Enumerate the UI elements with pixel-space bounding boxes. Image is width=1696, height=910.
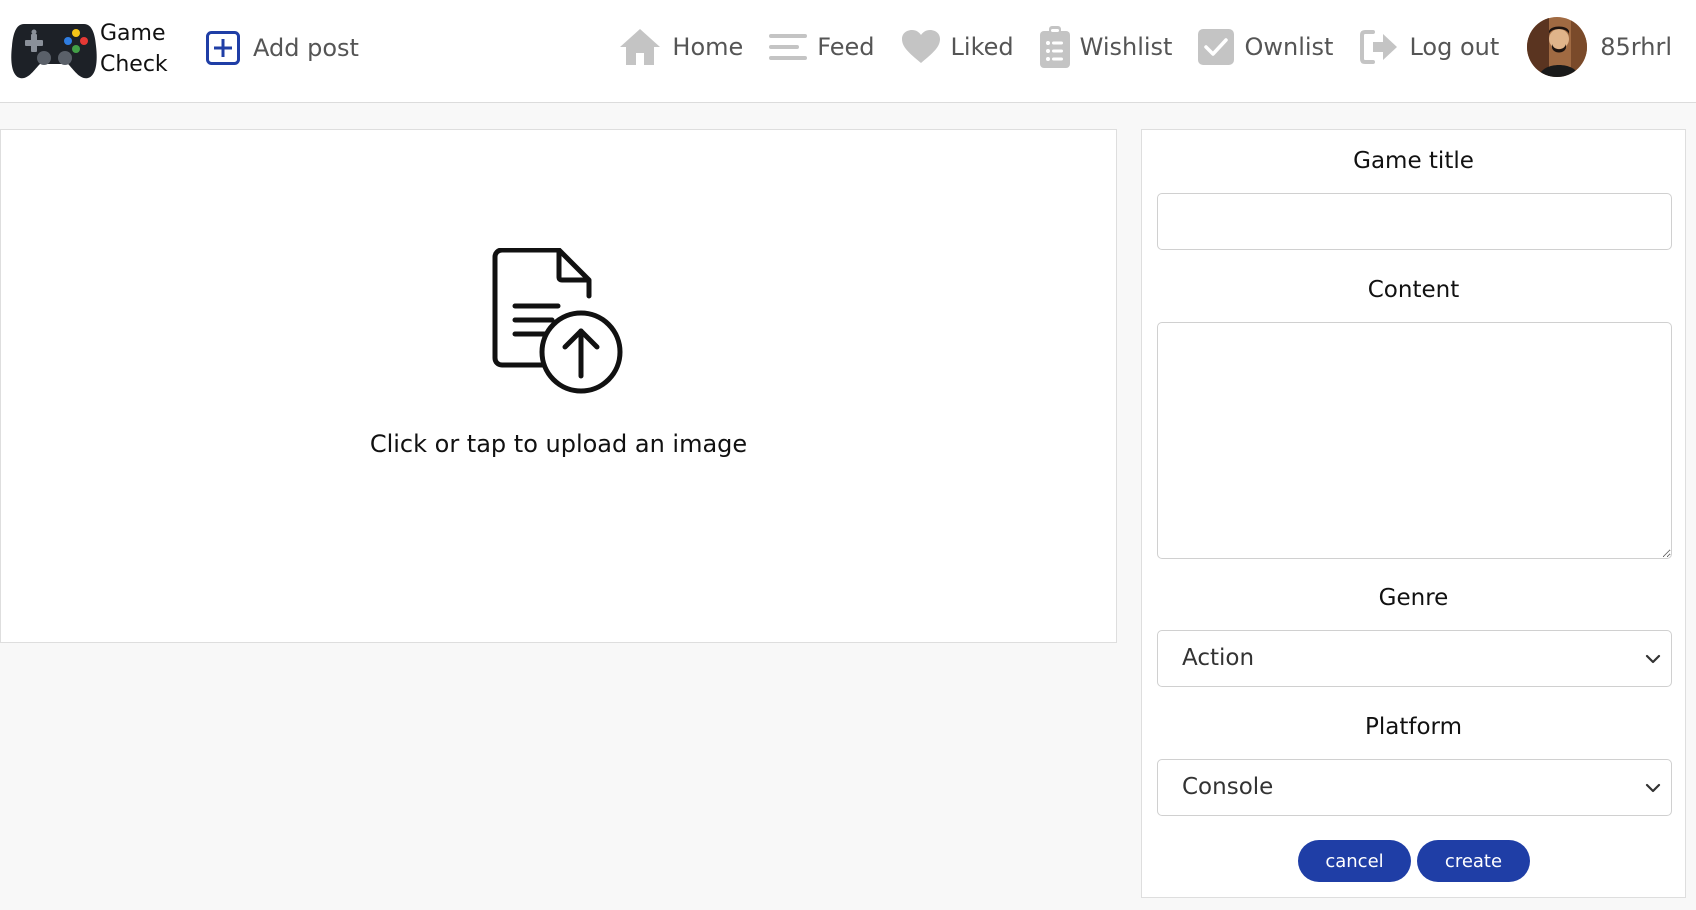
brand-name-line2: Check	[100, 52, 168, 77]
logout-icon	[1360, 30, 1398, 64]
navbar: Game Check Add post Home Feed Liked Wish…	[0, 0, 1696, 103]
nav-feed[interactable]: Feed	[769, 31, 875, 63]
brand-name: Game Check	[100, 18, 168, 80]
nav-feed-label: Feed	[817, 33, 875, 61]
heart-icon	[901, 30, 940, 63]
image-upload-area[interactable]: Click or tap to upload an image	[0, 129, 1117, 643]
nav-wishlist-label: Wishlist	[1079, 33, 1173, 61]
username[interactable]: 85rhrl	[1600, 33, 1672, 61]
platform-select-value: Console	[1182, 774, 1274, 800]
content-textarea[interactable]	[1157, 322, 1672, 559]
nav-logout[interactable]: Log out	[1359, 29, 1499, 65]
nav-wishlist[interactable]: Wishlist	[1039, 26, 1173, 68]
nav-links: Home Feed Liked Wishlist Ownlist Log out…	[618, 16, 1672, 78]
nav-ownlist-label: Ownlist	[1244, 33, 1334, 61]
gamepad-logo-icon	[11, 24, 97, 79]
brand[interactable]: Game Check	[10, 16, 168, 82]
nav-ownlist[interactable]: Ownlist	[1198, 29, 1333, 65]
genre-label: Genre	[1378, 585, 1449, 611]
create-button[interactable]: create	[1417, 840, 1530, 882]
platform-label: Platform	[1365, 714, 1462, 740]
feed-icon	[769, 34, 808, 60]
platform-select[interactable]: Console	[1157, 759, 1672, 816]
plus-square-icon	[206, 31, 240, 65]
brand-name-line1: Game	[100, 21, 166, 46]
user-avatar-icon	[1527, 17, 1588, 77]
add-post-button[interactable]: Add post	[205, 30, 359, 66]
file-upload-icon	[492, 248, 623, 394]
home-icon	[620, 29, 661, 65]
genre-select-value: Action	[1182, 645, 1255, 671]
add-post-label: Add post	[253, 34, 359, 62]
game-title-input[interactable]	[1157, 193, 1672, 250]
nav-home[interactable]: Home	[618, 27, 743, 67]
nav-logout-label: Log out	[1409, 33, 1500, 61]
avatar[interactable]	[1527, 17, 1588, 77]
clipboard-list-icon	[1039, 26, 1070, 68]
chevron-down-icon	[1645, 783, 1661, 793]
nav-home-label: Home	[672, 33, 744, 61]
nav-liked-label: Liked	[950, 33, 1014, 61]
post-form: Game title Content Genre Action Platform…	[1141, 129, 1686, 898]
check-square-icon	[1198, 29, 1235, 65]
genre-select[interactable]: Action	[1157, 630, 1672, 687]
cancel-button[interactable]: cancel	[1298, 840, 1411, 882]
upload-prompt: Click or tap to upload an image	[369, 430, 748, 458]
chevron-down-icon	[1645, 654, 1661, 664]
nav-liked[interactable]: Liked	[901, 29, 1014, 65]
content-label: Content	[1367, 277, 1460, 303]
game-title-label: Game title	[1353, 148, 1474, 174]
